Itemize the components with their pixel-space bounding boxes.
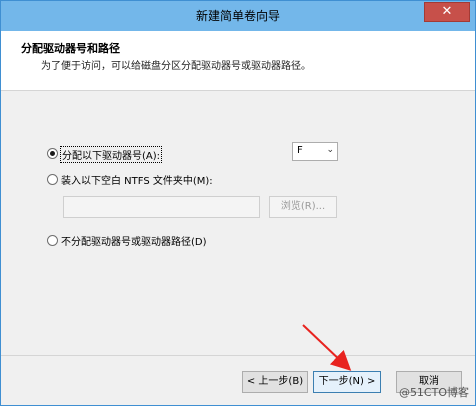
window-title: 新建简单卷向导 (195, 9, 280, 23)
no-assign-radio[interactable] (47, 235, 58, 246)
browse-button[interactable]: 浏览(R)... (269, 196, 337, 218)
watermark: @51CTO博客 (398, 386, 469, 399)
close-button[interactable]: ✕ (424, 2, 470, 22)
close-icon: ✕ (441, 4, 453, 19)
mount-folder-radio[interactable] (47, 174, 58, 185)
next-button[interactable]: 下一步(N) > (313, 371, 381, 393)
drive-letter-value: F (297, 145, 303, 156)
chevron-down-icon: ⌄ (326, 145, 334, 155)
title-bar[interactable]: 新建简单卷向导 ✕ (1, 1, 475, 31)
page-title: 分配驱动器号和路径 (21, 42, 120, 55)
wizard-header: 分配驱动器号和路径 为了便于访问，可以给磁盘分区分配驱动器号或驱动器路径。 (1, 31, 475, 91)
drive-letter-select[interactable]: F ⌄ (292, 142, 338, 161)
page-description: 为了便于访问，可以给磁盘分区分配驱动器号或驱动器路径。 (41, 61, 311, 72)
mount-folder-label[interactable]: 装入以下空白 NTFS 文件夹中(M): (61, 172, 213, 187)
folder-path-input[interactable] (63, 196, 260, 218)
no-assign-label[interactable]: 不分配驱动器号或驱动器路径(D) (61, 233, 207, 248)
back-button[interactable]: < 上一步(B) (242, 371, 308, 393)
assign-letter-radio[interactable] (47, 148, 58, 159)
wizard-window: 新建简单卷向导 ✕ 分配驱动器号和路径 为了便于访问，可以给磁盘分区分配驱动器号… (0, 0, 476, 406)
assign-letter-label[interactable]: 分配以下驱动器号(A): (60, 146, 163, 163)
wizard-body: 分配以下驱动器号(A): F ⌄ 装入以下空白 NTFS 文件夹中(M): 浏览… (1, 92, 475, 354)
